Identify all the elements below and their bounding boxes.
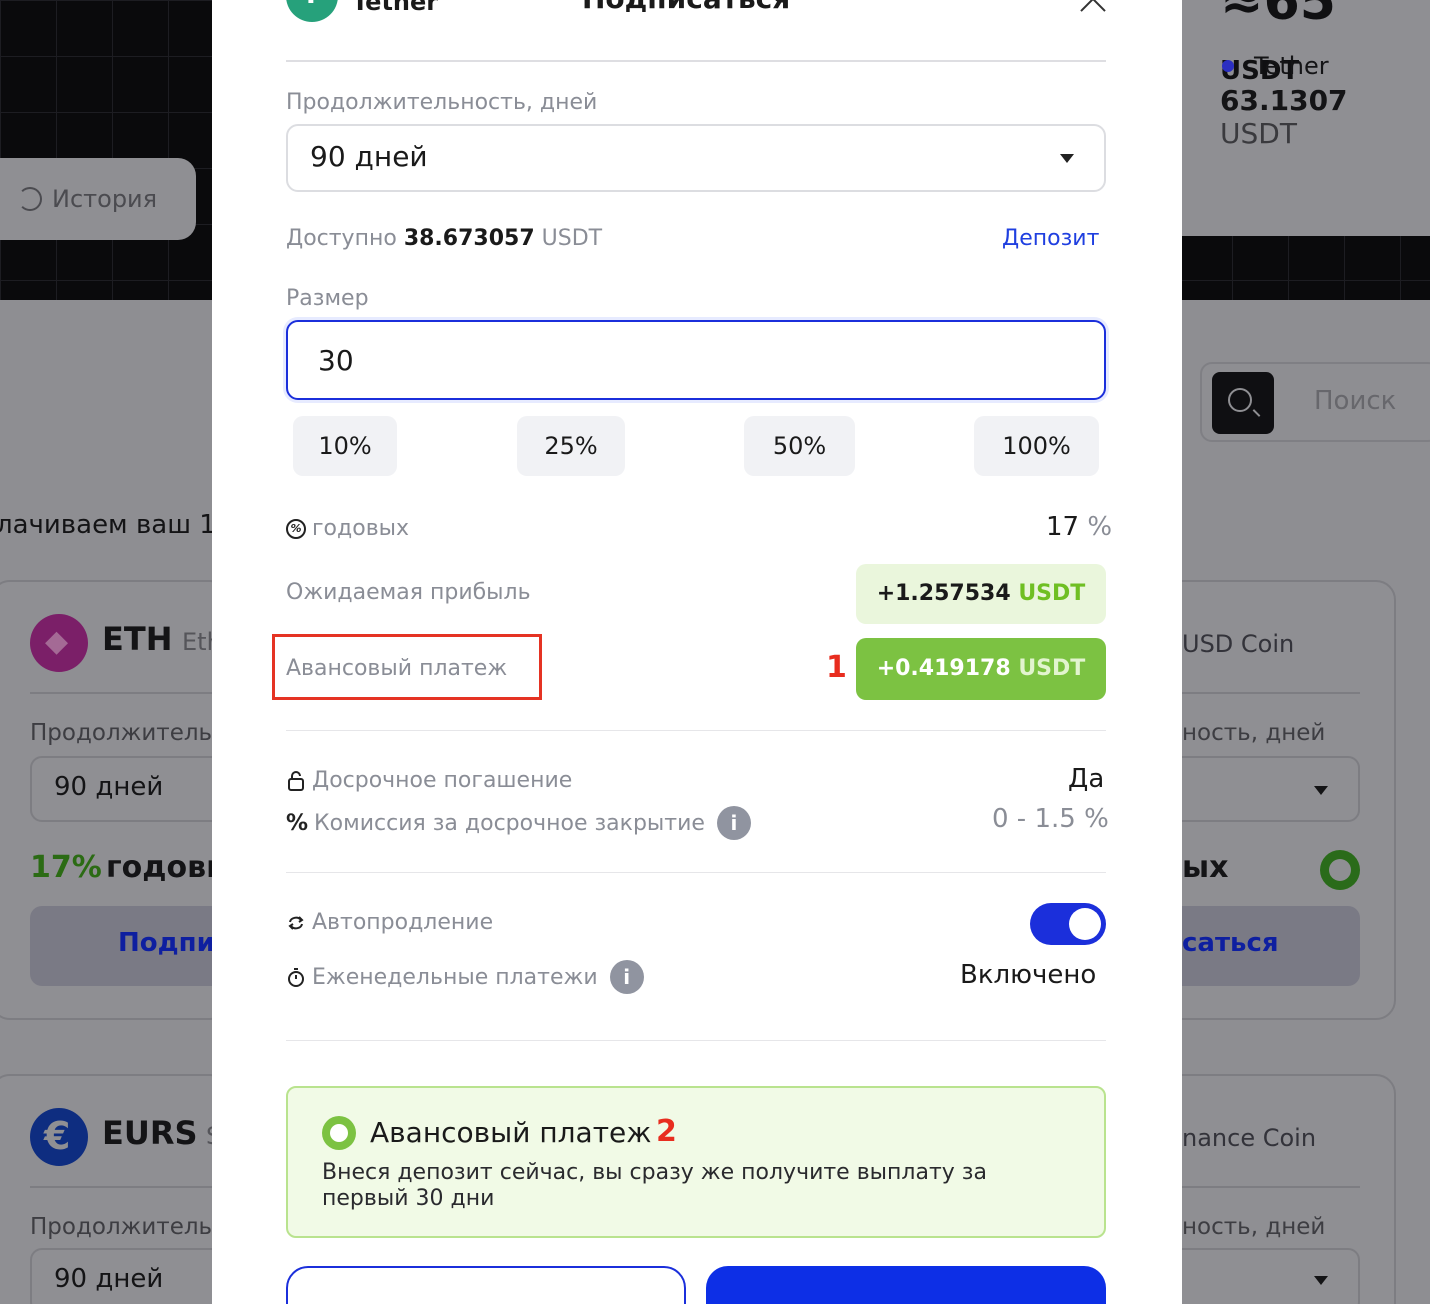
promo-text: лачиваем ваш 1-	[0, 510, 226, 540]
search-placeholder[interactable]: Поиск	[1314, 386, 1396, 416]
card-duration-select[interactable]: 90 дней	[30, 1248, 230, 1304]
card-subscribe-button[interactable]: Подпи	[30, 906, 230, 986]
info-icon[interactable]: i	[716, 806, 751, 840]
card-divider	[1182, 1186, 1360, 1188]
card-rate-label: ых	[1182, 850, 1229, 885]
available-amount: 38.673057	[403, 226, 535, 251]
advance-pie-icon	[1320, 850, 1360, 890]
chevron-down-icon	[1060, 154, 1074, 163]
lock-icon	[288, 770, 304, 791]
card-ticker: EURS	[102, 1114, 198, 1152]
weekly-payments-value: Включено	[960, 960, 1097, 990]
banner-title: Авансовый платеж	[370, 1116, 652, 1149]
chevron-down-icon	[1314, 786, 1328, 795]
auto-renew-label: Автопродление	[286, 910, 493, 935]
cancel-button[interactable]	[286, 1266, 686, 1304]
renew-icon	[288, 915, 304, 930]
divider	[286, 730, 1106, 731]
percent-100-button[interactable]: 100%	[974, 416, 1099, 476]
legend-dot	[1222, 60, 1234, 72]
eth-icon	[30, 614, 88, 672]
card-duration-label: ность, дней	[1182, 720, 1326, 746]
size-label: Размер	[286, 286, 369, 311]
search-icon	[1228, 388, 1252, 412]
info-icon[interactable]: i	[609, 960, 644, 994]
subscribe-modal: Tether Подписаться Продолжительность, дн…	[212, 0, 1182, 1304]
history-button[interactable]: История	[0, 158, 196, 240]
divider	[286, 872, 1106, 873]
expected-profit-label: Ожидаемая прибыль	[286, 580, 531, 605]
expected-profit-value: +1.257534 USDT	[856, 564, 1106, 624]
advance-payment-label: Авансовый платеж	[286, 656, 508, 681]
percent-10-button[interactable]: 10%	[293, 416, 397, 476]
close-icon[interactable]	[1078, 0, 1108, 16]
available-balance: Доступно 38.673057 USDT	[286, 226, 603, 251]
annual-rate-value: 17 %	[1046, 512, 1113, 542]
eurs-icon	[30, 1108, 88, 1166]
divider	[286, 60, 1106, 62]
card-divider	[30, 692, 212, 694]
card-duration-label: Продолжитель	[30, 1214, 213, 1240]
search-box[interactable]: Поиск	[1200, 362, 1430, 442]
card-divider	[1182, 692, 1360, 694]
annual-rate-label: % годовых	[286, 516, 409, 541]
early-close-fee-label: % Комиссия за досрочное закрытие i	[286, 806, 751, 840]
duration-select[interactable]: 90 дней	[286, 124, 1106, 192]
search-button[interactable]	[1212, 372, 1274, 434]
size-input[interactable]	[286, 320, 1106, 400]
card-coin-name: USD Coin	[1182, 630, 1295, 658]
percent-circle-icon: %	[286, 518, 306, 539]
portfolio-tether-amount: 63.1307 USDT	[1220, 84, 1348, 150]
card-coin-name: nance Coin	[1182, 1124, 1317, 1152]
stopwatch-icon	[288, 968, 304, 987]
card-ticker: ETH	[102, 620, 173, 658]
card-duration-select[interactable]	[1160, 756, 1360, 822]
early-repayment-value: Да	[1068, 764, 1105, 794]
card-duration-label: Продолжитель	[30, 720, 213, 746]
percent-icon: %	[286, 810, 309, 836]
tether-icon	[286, 0, 338, 22]
subscribe-button[interactable]	[706, 1266, 1106, 1304]
card-subscribe-button[interactable]: саться	[1160, 906, 1360, 986]
chevron-down-icon	[1314, 1276, 1328, 1285]
modal-title: Подписаться	[582, 0, 790, 15]
history-icon	[18, 187, 42, 211]
pie-chart-icon	[322, 1116, 356, 1150]
percent-50-button[interactable]: 50%	[744, 416, 855, 476]
auto-renew-toggle[interactable]	[1030, 903, 1106, 945]
weekly-payments-label: Еженедельные платежи i	[286, 960, 644, 994]
annotation-marker-1: 1	[826, 650, 847, 685]
deposit-link[interactable]: Депозит	[1002, 226, 1099, 251]
advance-payment-banner: Авансовый платеж 2 Внеся депозит сейчас,…	[286, 1086, 1106, 1238]
annotation-marker-2: 2	[656, 1114, 677, 1149]
advance-payment-value: +0.419178 USDT	[856, 638, 1106, 700]
portfolio-legend-tether: Tether	[1222, 52, 1329, 80]
percent-25-button[interactable]: 25%	[517, 416, 625, 476]
modal-coin-name: Tether	[352, 0, 439, 16]
early-close-fee-value: 0 - 1.5 %	[992, 804, 1109, 834]
card-duration-label: ность, дней	[1182, 1214, 1326, 1240]
card-duration-select[interactable]: 90 дней	[30, 756, 230, 822]
card-rate: 17%	[30, 850, 102, 885]
card-divider	[30, 1186, 212, 1188]
divider	[286, 1040, 1106, 1041]
duration-selected-value: 90 дней	[310, 140, 428, 173]
card-duration-select[interactable]	[1160, 1248, 1360, 1304]
early-repayment-label: Досрочное погашение	[286, 768, 572, 793]
banner-text: Внеся депозит сейчас, вы сразу же получи…	[322, 1160, 987, 1211]
duration-label: Продолжительность, дней	[286, 90, 598, 115]
